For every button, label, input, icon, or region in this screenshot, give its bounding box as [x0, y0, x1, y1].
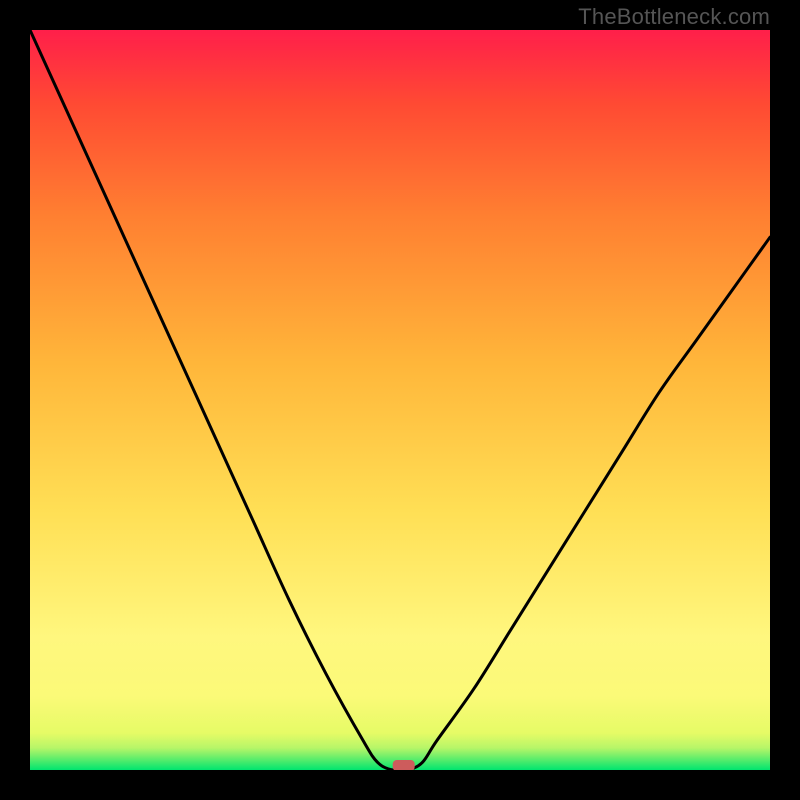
optimal-marker — [393, 760, 415, 770]
chart-frame: TheBottleneck.com — [0, 0, 800, 800]
watermark-text: TheBottleneck.com — [578, 4, 770, 30]
plot-area — [30, 30, 770, 770]
gradient-background — [30, 30, 770, 770]
chart-svg — [30, 30, 770, 770]
